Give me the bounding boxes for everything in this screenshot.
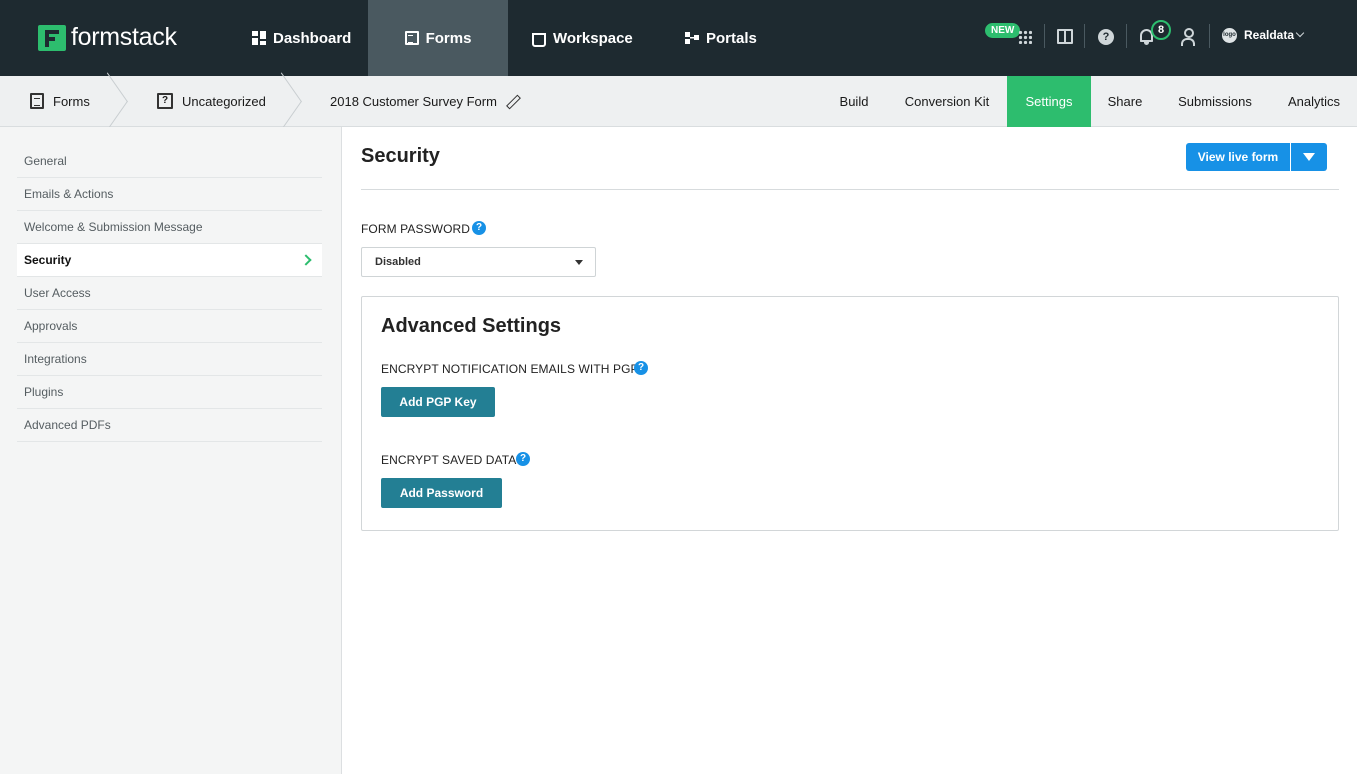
breadcrumb-category-label: Uncategorized: [182, 93, 266, 109]
nav-portals[interactable]: Portals: [685, 0, 757, 76]
folder-question-icon: ?: [157, 93, 173, 109]
breadcrumb-separator: [100, 76, 126, 126]
forms-icon: [30, 93, 44, 109]
nav-forms-label: Forms: [425, 29, 472, 47]
tab-analytics[interactable]: Analytics: [1282, 76, 1346, 126]
account-name[interactable]: Realdata: [1244, 28, 1294, 42]
divider: [1044, 24, 1045, 48]
top-navigation: formstack Dashboard Forms Workspace Port…: [0, 0, 1357, 76]
settings-sidebar: General Emails & Actions Welcome & Submi…: [0, 127, 342, 774]
help-icon[interactable]: ?: [472, 221, 486, 235]
form-password-select[interactable]: Disabled: [361, 247, 596, 277]
dashboard-icon: [252, 31, 266, 45]
breadcrumb-category[interactable]: ? Uncategorized: [157, 76, 266, 126]
advanced-settings-title: Advanced Settings: [381, 315, 562, 337]
nav-workspace-label: Workspace: [553, 29, 633, 47]
help-icon[interactable]: ?: [516, 452, 530, 466]
sidebar-item-welcome-submission[interactable]: Welcome & Submission Message: [17, 211, 322, 244]
add-pgp-key-button[interactable]: Add PGP Key: [381, 387, 495, 417]
sidebar-item-integrations[interactable]: Integrations: [17, 343, 322, 376]
notification-count-badge: 8: [1151, 20, 1171, 40]
nav-portals-label: Portals: [706, 29, 757, 47]
breadcrumb-separator: [274, 76, 300, 126]
divider: [361, 189, 1339, 190]
user-icon[interactable]: [1180, 28, 1196, 46]
form-title: 2018 Customer Survey Form: [330, 93, 497, 109]
breadcrumb-forms[interactable]: Forms: [30, 76, 90, 126]
sidebar-item-general[interactable]: General: [17, 145, 322, 178]
sidebar-item-approvals[interactable]: Approvals: [17, 310, 322, 343]
divider: [1126, 24, 1127, 48]
chevron-down-icon[interactable]: [1295, 28, 1305, 38]
view-live-form-button[interactable]: View live form: [1186, 143, 1290, 171]
tab-conversion-kit[interactable]: Conversion Kit: [895, 76, 999, 126]
forms-icon: [404, 31, 419, 45]
nav-dashboard[interactable]: Dashboard: [252, 0, 351, 76]
nav-workspace[interactable]: Workspace: [532, 0, 633, 76]
account-avatar[interactable]: logo: [1222, 28, 1237, 43]
settings-menu: General Emails & Actions Welcome & Submi…: [17, 145, 322, 442]
tab-build[interactable]: Build: [828, 76, 880, 126]
nav-dashboard-label: Dashboard: [273, 29, 352, 47]
sidebar-item-security[interactable]: Security: [17, 244, 322, 277]
sidebar-item-advanced-pdfs[interactable]: Advanced PDFs: [17, 409, 322, 442]
book-icon[interactable]: [1057, 29, 1073, 44]
divider: [1209, 24, 1210, 48]
help-icon[interactable]: ?: [634, 361, 648, 375]
help-icon[interactable]: ?: [1098, 29, 1114, 45]
view-live-form-dropdown[interactable]: [1291, 143, 1327, 171]
breadcrumb-form-title: 2018 Customer Survey Form: [330, 76, 519, 126]
divider: [1084, 24, 1085, 48]
breadcrumb-forms-label: Forms: [53, 93, 90, 109]
tab-submissions[interactable]: Submissions: [1170, 76, 1260, 126]
portals-icon: [685, 31, 699, 45]
formstack-logo[interactable]: formstack: [38, 23, 177, 52]
pencil-icon[interactable]: [507, 95, 519, 107]
page-title: Security: [361, 145, 440, 167]
new-badge: NEW: [985, 23, 1021, 38]
formstack-logo-icon: [38, 24, 66, 51]
encrypt-saved-data-label: ENCRYPT SAVED DATA: [381, 453, 517, 467]
tab-settings[interactable]: Settings: [1007, 76, 1091, 127]
form-subbar: Forms ? Uncategorized 2018 Customer Surv…: [0, 76, 1357, 127]
sidebar-item-emails-actions[interactable]: Emails & Actions: [17, 178, 322, 211]
encrypt-pgp-label: ENCRYPT NOTIFICATION EMAILS WITH PGP: [381, 362, 639, 376]
apps-grid-icon[interactable]: [1018, 30, 1032, 44]
form-password-label: FORM PASSWORD: [361, 222, 471, 236]
sidebar-item-user-access[interactable]: User Access: [17, 277, 322, 310]
workspace-icon: [532, 33, 546, 47]
chevron-right-icon: [300, 254, 312, 266]
add-password-button[interactable]: Add Password: [381, 478, 502, 508]
logo-text: formstack: [71, 23, 177, 51]
sidebar-item-label: Security: [24, 253, 72, 267]
tab-share[interactable]: Share: [1098, 76, 1152, 126]
nav-forms[interactable]: Forms: [368, 0, 508, 76]
sidebar-item-plugins[interactable]: Plugins: [17, 376, 322, 409]
